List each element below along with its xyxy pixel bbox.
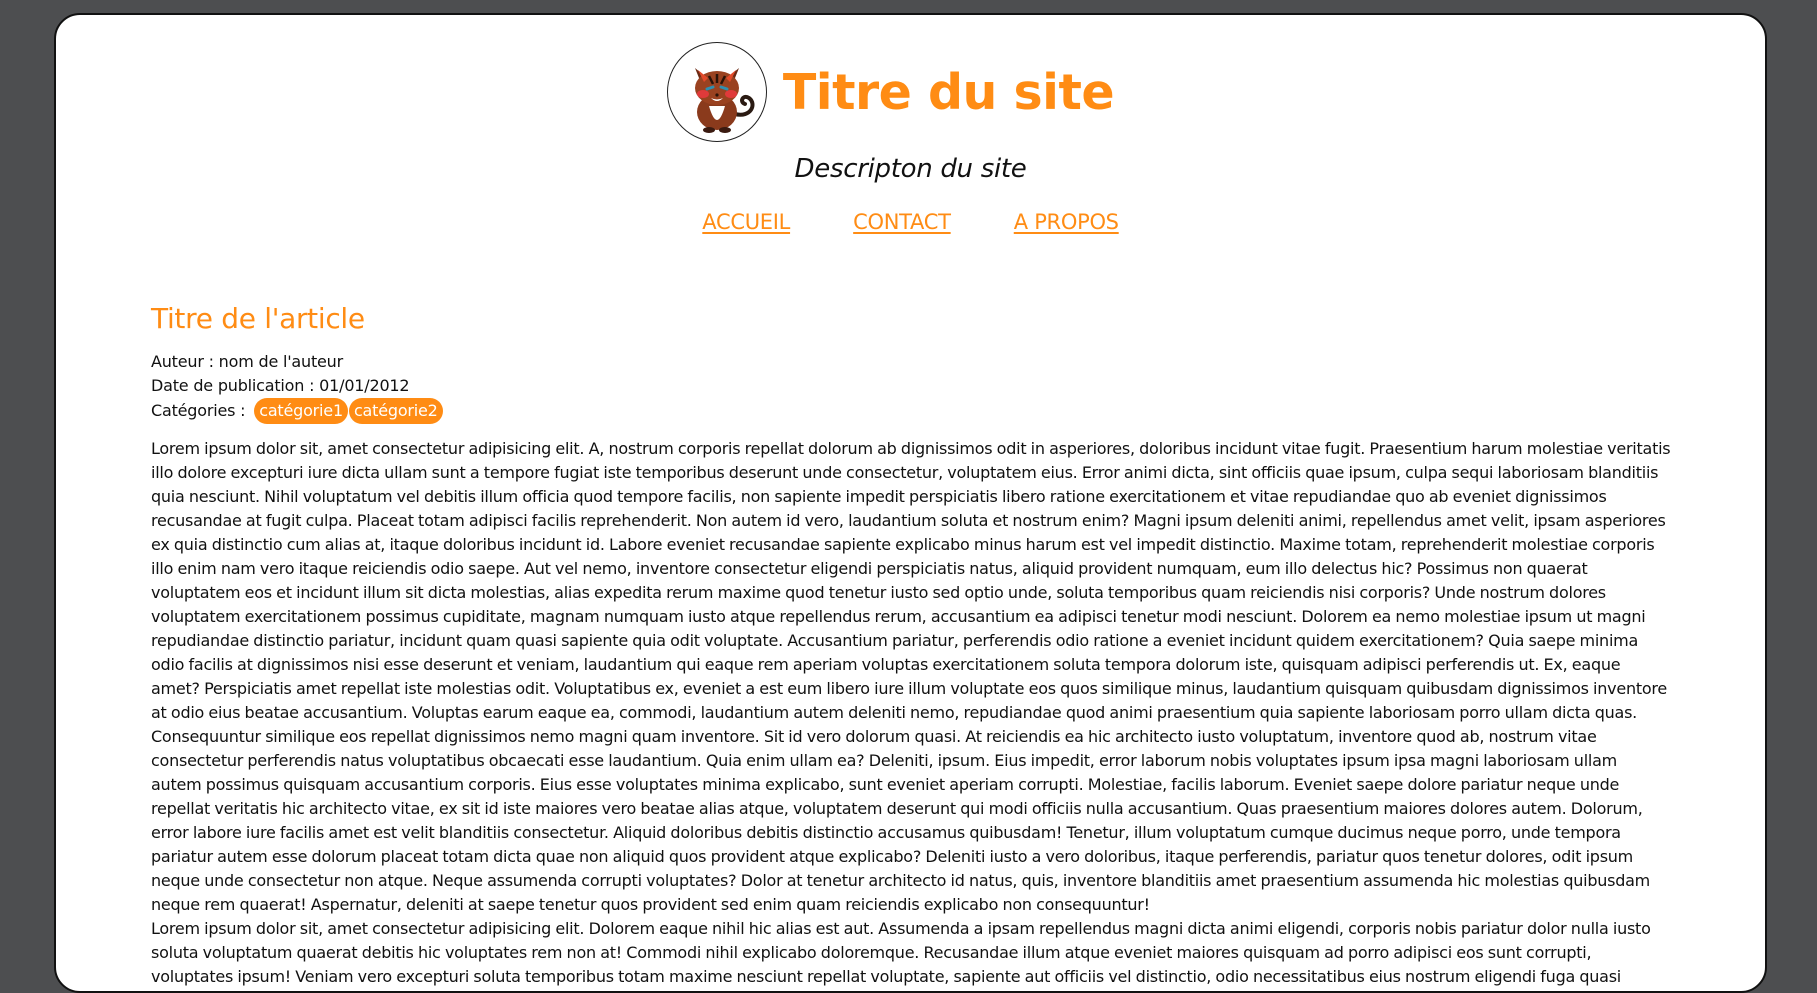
page-card: Titre du site Descripton du site ACCUEIL…	[54, 13, 1767, 993]
article-paragraph: Lorem ipsum dolor sit, amet consectetur …	[151, 919, 1651, 986]
categories-label: Catégories :	[151, 401, 246, 420]
cat-mascot-icon[interactable]	[666, 42, 767, 142]
categories-line: Catégories : catégorie1 catégorie2	[151, 398, 1671, 424]
article-paragraph: Lorem ipsum dolor sit, amet consectetur …	[151, 439, 1671, 914]
article-meta: Auteur : nom de l'auteur Date de publica…	[151, 350, 1671, 424]
brand: Titre du site	[56, 42, 1765, 142]
site-title[interactable]: Titre du site	[783, 68, 1115, 117]
main-nav: ACCUEIL CONTACT A PROPOS	[56, 210, 1765, 234]
article: Titre de l'article Auteur : nom de l'aut…	[151, 301, 1671, 991]
nav-link-a-propos[interactable]: A PROPOS	[1014, 210, 1119, 234]
article-content: Lorem ipsum dolor sit, amet consectetur …	[151, 437, 1671, 991]
article-title: Titre de l'article	[151, 302, 365, 335]
nav-link-accueil[interactable]: ACCUEIL	[702, 210, 790, 234]
nav-link-contact[interactable]: CONTACT	[853, 210, 951, 234]
site-header: Titre du site Descripton du site ACCUEIL…	[56, 15, 1765, 255]
site-description: Descripton du site	[794, 154, 1027, 184]
author-line: Auteur : nom de l'auteur	[151, 352, 343, 371]
category-badge[interactable]: catégorie2	[348, 398, 443, 424]
date-line: Date de publication : 01/01/2012	[151, 376, 410, 395]
category-badge[interactable]: catégorie1	[254, 398, 348, 424]
